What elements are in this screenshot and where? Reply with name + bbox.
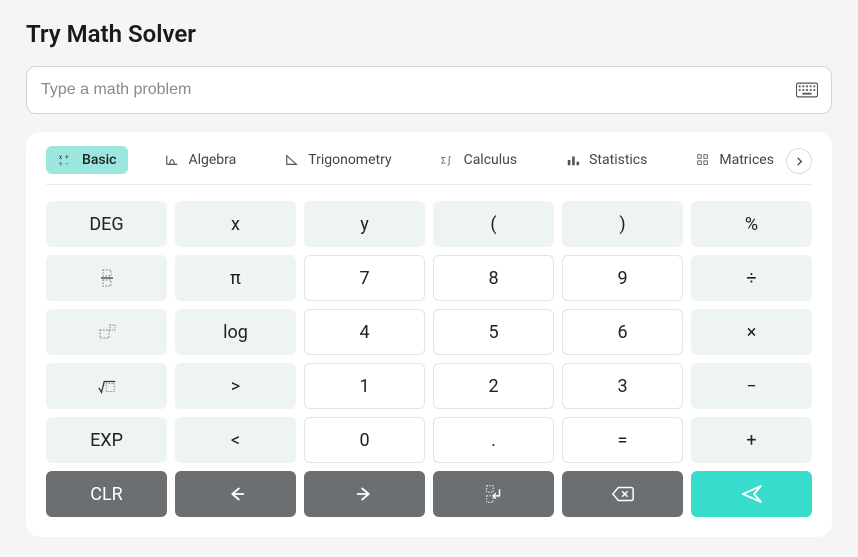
key-8[interactable]: 8 xyxy=(433,255,554,301)
key-6[interactable]: 6 xyxy=(562,309,683,355)
key-exponent[interactable] xyxy=(46,309,167,355)
key-percent[interactable]: % xyxy=(691,201,812,247)
key-x[interactable]: x xyxy=(175,201,296,247)
matrices-icon xyxy=(695,152,711,168)
basic-icon: x+÷− xyxy=(58,152,74,168)
tab-label: Matrices xyxy=(719,152,774,168)
keyboard-icon[interactable] xyxy=(796,82,818,98)
key-5[interactable]: 5 xyxy=(433,309,554,355)
key-7[interactable]: 7 xyxy=(304,255,425,301)
key-backspace[interactable] xyxy=(562,471,683,517)
tab-calculus[interactable]: Σ∫ Calculus xyxy=(428,146,530,174)
tab-trigonometry[interactable]: Trigonometry xyxy=(272,146,403,174)
key-0[interactable]: 0 xyxy=(304,417,425,463)
tab-matrices[interactable]: Matrices xyxy=(683,146,786,174)
tabs-scroll-right[interactable] xyxy=(786,148,812,174)
page-title: Try Math Solver xyxy=(26,20,832,48)
key-4[interactable]: 4 xyxy=(304,309,425,355)
key-1[interactable]: 1 xyxy=(304,363,425,409)
calculus-icon: Σ∫ xyxy=(440,152,456,168)
key-clear[interactable]: CLR xyxy=(46,471,167,517)
tab-label: Algebra xyxy=(188,152,236,168)
svg-text:∫: ∫ xyxy=(447,156,452,167)
key-divide[interactable]: ÷ xyxy=(691,255,812,301)
key-fraction[interactable] xyxy=(46,255,167,301)
tab-algebra[interactable]: Algebra xyxy=(152,146,248,174)
key-y[interactable]: y xyxy=(304,201,425,247)
key-newline[interactable] xyxy=(433,471,554,517)
algebra-icon xyxy=(164,152,180,168)
key-less[interactable]: < xyxy=(175,417,296,463)
key-2[interactable]: 2 xyxy=(433,363,554,409)
svg-text:Σ: Σ xyxy=(441,157,446,167)
input-container xyxy=(26,66,832,114)
math-input[interactable] xyxy=(26,66,832,114)
tab-label: Basic xyxy=(82,152,116,168)
svg-text:−: − xyxy=(65,161,68,167)
key-submit[interactable] xyxy=(691,471,812,517)
svg-text:x: x xyxy=(59,154,62,161)
key-paren-close[interactable]: ) xyxy=(562,201,683,247)
keypad-panel: x+÷− Basic Algebra Trigonometry Σ∫ Calcu… xyxy=(26,132,832,537)
key-pi[interactable]: π xyxy=(175,255,296,301)
category-tabs: x+÷− Basic Algebra Trigonometry Σ∫ Calcu… xyxy=(46,146,812,185)
key-paren-open[interactable]: ( xyxy=(433,201,554,247)
key-plus[interactable]: + xyxy=(691,417,812,463)
key-dot[interactable]: . xyxy=(433,417,554,463)
tab-basic[interactable]: x+÷− Basic xyxy=(46,146,128,174)
key-deg[interactable]: DEG xyxy=(46,201,167,247)
key-9[interactable]: 9 xyxy=(562,255,683,301)
key-exp[interactable]: EXP xyxy=(46,417,167,463)
tab-label: Trigonometry xyxy=(308,152,391,168)
tab-label: Statistics xyxy=(589,152,647,168)
tab-label: Calculus xyxy=(464,152,518,168)
trigonometry-icon xyxy=(284,152,300,168)
keypad-grid: DEG x y ( ) % π 7 8 9 ÷ log 4 5 6 × > 1 … xyxy=(46,201,812,517)
tab-statistics[interactable]: Statistics xyxy=(553,146,659,174)
key-log[interactable]: log xyxy=(175,309,296,355)
key-arrow-right[interactable] xyxy=(304,471,425,517)
svg-text:+: + xyxy=(65,154,69,161)
key-3[interactable]: 3 xyxy=(562,363,683,409)
key-minus[interactable]: − xyxy=(691,363,812,409)
key-greater[interactable]: > xyxy=(175,363,296,409)
key-multiply[interactable]: × xyxy=(691,309,812,355)
svg-text:÷: ÷ xyxy=(59,161,63,167)
key-equals[interactable]: = xyxy=(562,417,683,463)
key-arrow-left[interactable] xyxy=(175,471,296,517)
key-sqrt[interactable] xyxy=(46,363,167,409)
statistics-icon xyxy=(565,152,581,168)
